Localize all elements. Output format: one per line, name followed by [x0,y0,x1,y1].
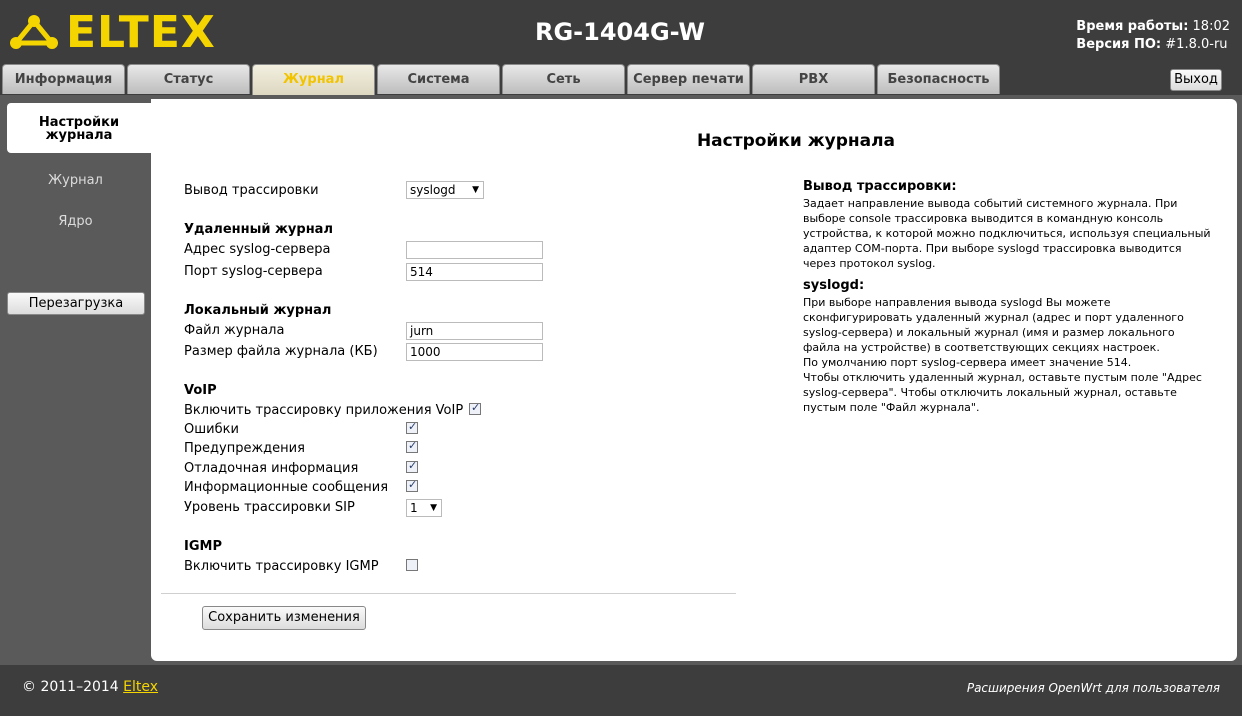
sidebar: Настройки журнала Журнал Ядро Перезагруз… [0,95,151,665]
sidebar-item-log-settings[interactable]: Настройки журнала [7,103,151,153]
trace-output-select[interactable]: syslogd ▼ [406,181,484,199]
log-file-label: Файл журнала [184,323,285,338]
footer: © 2011–2014 Eltex Расширения OpenWrt для… [0,665,1242,716]
sidebar-item-kernel[interactable]: Ядро [0,214,151,229]
reboot-button[interactable]: Перезагрузка [7,292,145,315]
igmp-enable-label: Включить трассировку IGMP [184,559,379,574]
page-title: Настройки журнала [696,131,896,151]
eltex-logo: ELTEX [8,10,216,56]
help-panel: Вывод трассировки: Задает направление вы… [803,179,1223,415]
debug-info-checkbox[interactable] [406,459,418,473]
copyright-text: © 2011–2014 [22,679,124,695]
trace-output-label: Вывод трассировки [184,183,319,198]
tab-print-server[interactable]: Сервер печати [627,64,750,94]
tab-security[interactable]: Безопасность [877,64,1000,94]
chevron-down-icon: ▼ [430,503,437,513]
warnings-label: Предупреждения [184,441,305,456]
copyright: © 2011–2014 Eltex [22,679,158,695]
help-heading-trace-output: Вывод трассировки: [803,179,957,194]
log-file-input[interactable]: jurn [406,322,543,340]
tab-log[interactable]: Журнал [252,64,375,95]
firmware-value: #1.8.0-ru [1165,37,1228,52]
system-info: Время работы: 18:02 Версия ПО: #1.8.0-ru [1076,18,1230,54]
warnings-checkbox[interactable] [406,439,418,453]
tab-system[interactable]: Система [377,64,500,94]
voip-heading: VoIP [184,383,217,398]
syslog-address-input[interactable] [406,241,543,259]
igmp-enable-checkbox[interactable] [406,559,418,571]
local-log-heading: Локальный журнал [184,303,332,318]
log-size-input[interactable]: 1000 [406,343,543,361]
igmp-heading: IGMP [184,539,222,554]
logout-button[interactable]: Выход [1170,69,1222,91]
sip-level-value: 1 [410,501,418,515]
brand-name: ELTEX [66,7,216,58]
help-text-syslogd: При выборе направления вывода syslogd Вы… [803,296,1202,414]
eltex-logo-icon [10,15,58,49]
save-changes-button[interactable]: Сохранить изменения [202,606,366,630]
syslog-address-label: Адрес syslog-сервера [184,242,331,257]
tab-status[interactable]: Статус [127,64,250,94]
firmware-label: Версия ПО: [1076,37,1162,52]
device-title: RG-1404G-W [535,18,705,46]
errors-checkbox[interactable] [406,420,418,434]
sip-level-label: Уровень трассировки SIP [184,500,355,515]
footer-tagline: Расширения OpenWrt для пользователя [966,681,1220,695]
header: ELTEX RG-1404G-W Время работы: 18:02 Вер… [0,0,1242,95]
debug-info-label: Отладочная информация [184,461,359,476]
errors-label: Ошибки [184,422,239,437]
syslog-port-input[interactable]: 514 [406,263,543,281]
sidebar-item-journal[interactable]: Журнал [0,173,151,188]
info-messages-checkbox[interactable] [406,478,418,492]
divider [161,593,736,594]
voip-enable-label: Включить трассировку приложения VoIP [184,403,464,418]
voip-enable-checkbox[interactable] [469,401,481,415]
syslog-port-label: Порт syslog-сервера [184,264,323,279]
main-tabs: Информация Статус Журнал Система Сеть Се… [2,64,1002,95]
help-text-trace-output: Задает направление вывода событий систем… [803,197,1211,270]
eltex-link[interactable]: Eltex [123,679,158,695]
uptime-value: 18:02 [1192,19,1230,34]
log-size-label: Размер файла журнала (КБ) [184,344,378,359]
content-panel: Настройки журнала Вывод трассировки sysl… [151,99,1237,661]
tab-network[interactable]: Сеть [502,64,625,94]
help-heading-syslogd: syslogd: [803,278,865,293]
remote-log-heading: Удаленный журнал [184,222,333,237]
info-messages-label: Информационные сообщения [184,480,389,495]
trace-output-value: syslogd [410,183,456,197]
sip-level-select[interactable]: 1 ▼ [406,499,442,517]
tab-pbx[interactable]: PBX [752,64,875,94]
tab-info[interactable]: Информация [2,64,125,94]
chevron-down-icon: ▼ [472,185,479,195]
uptime-label: Время работы: [1076,19,1189,34]
